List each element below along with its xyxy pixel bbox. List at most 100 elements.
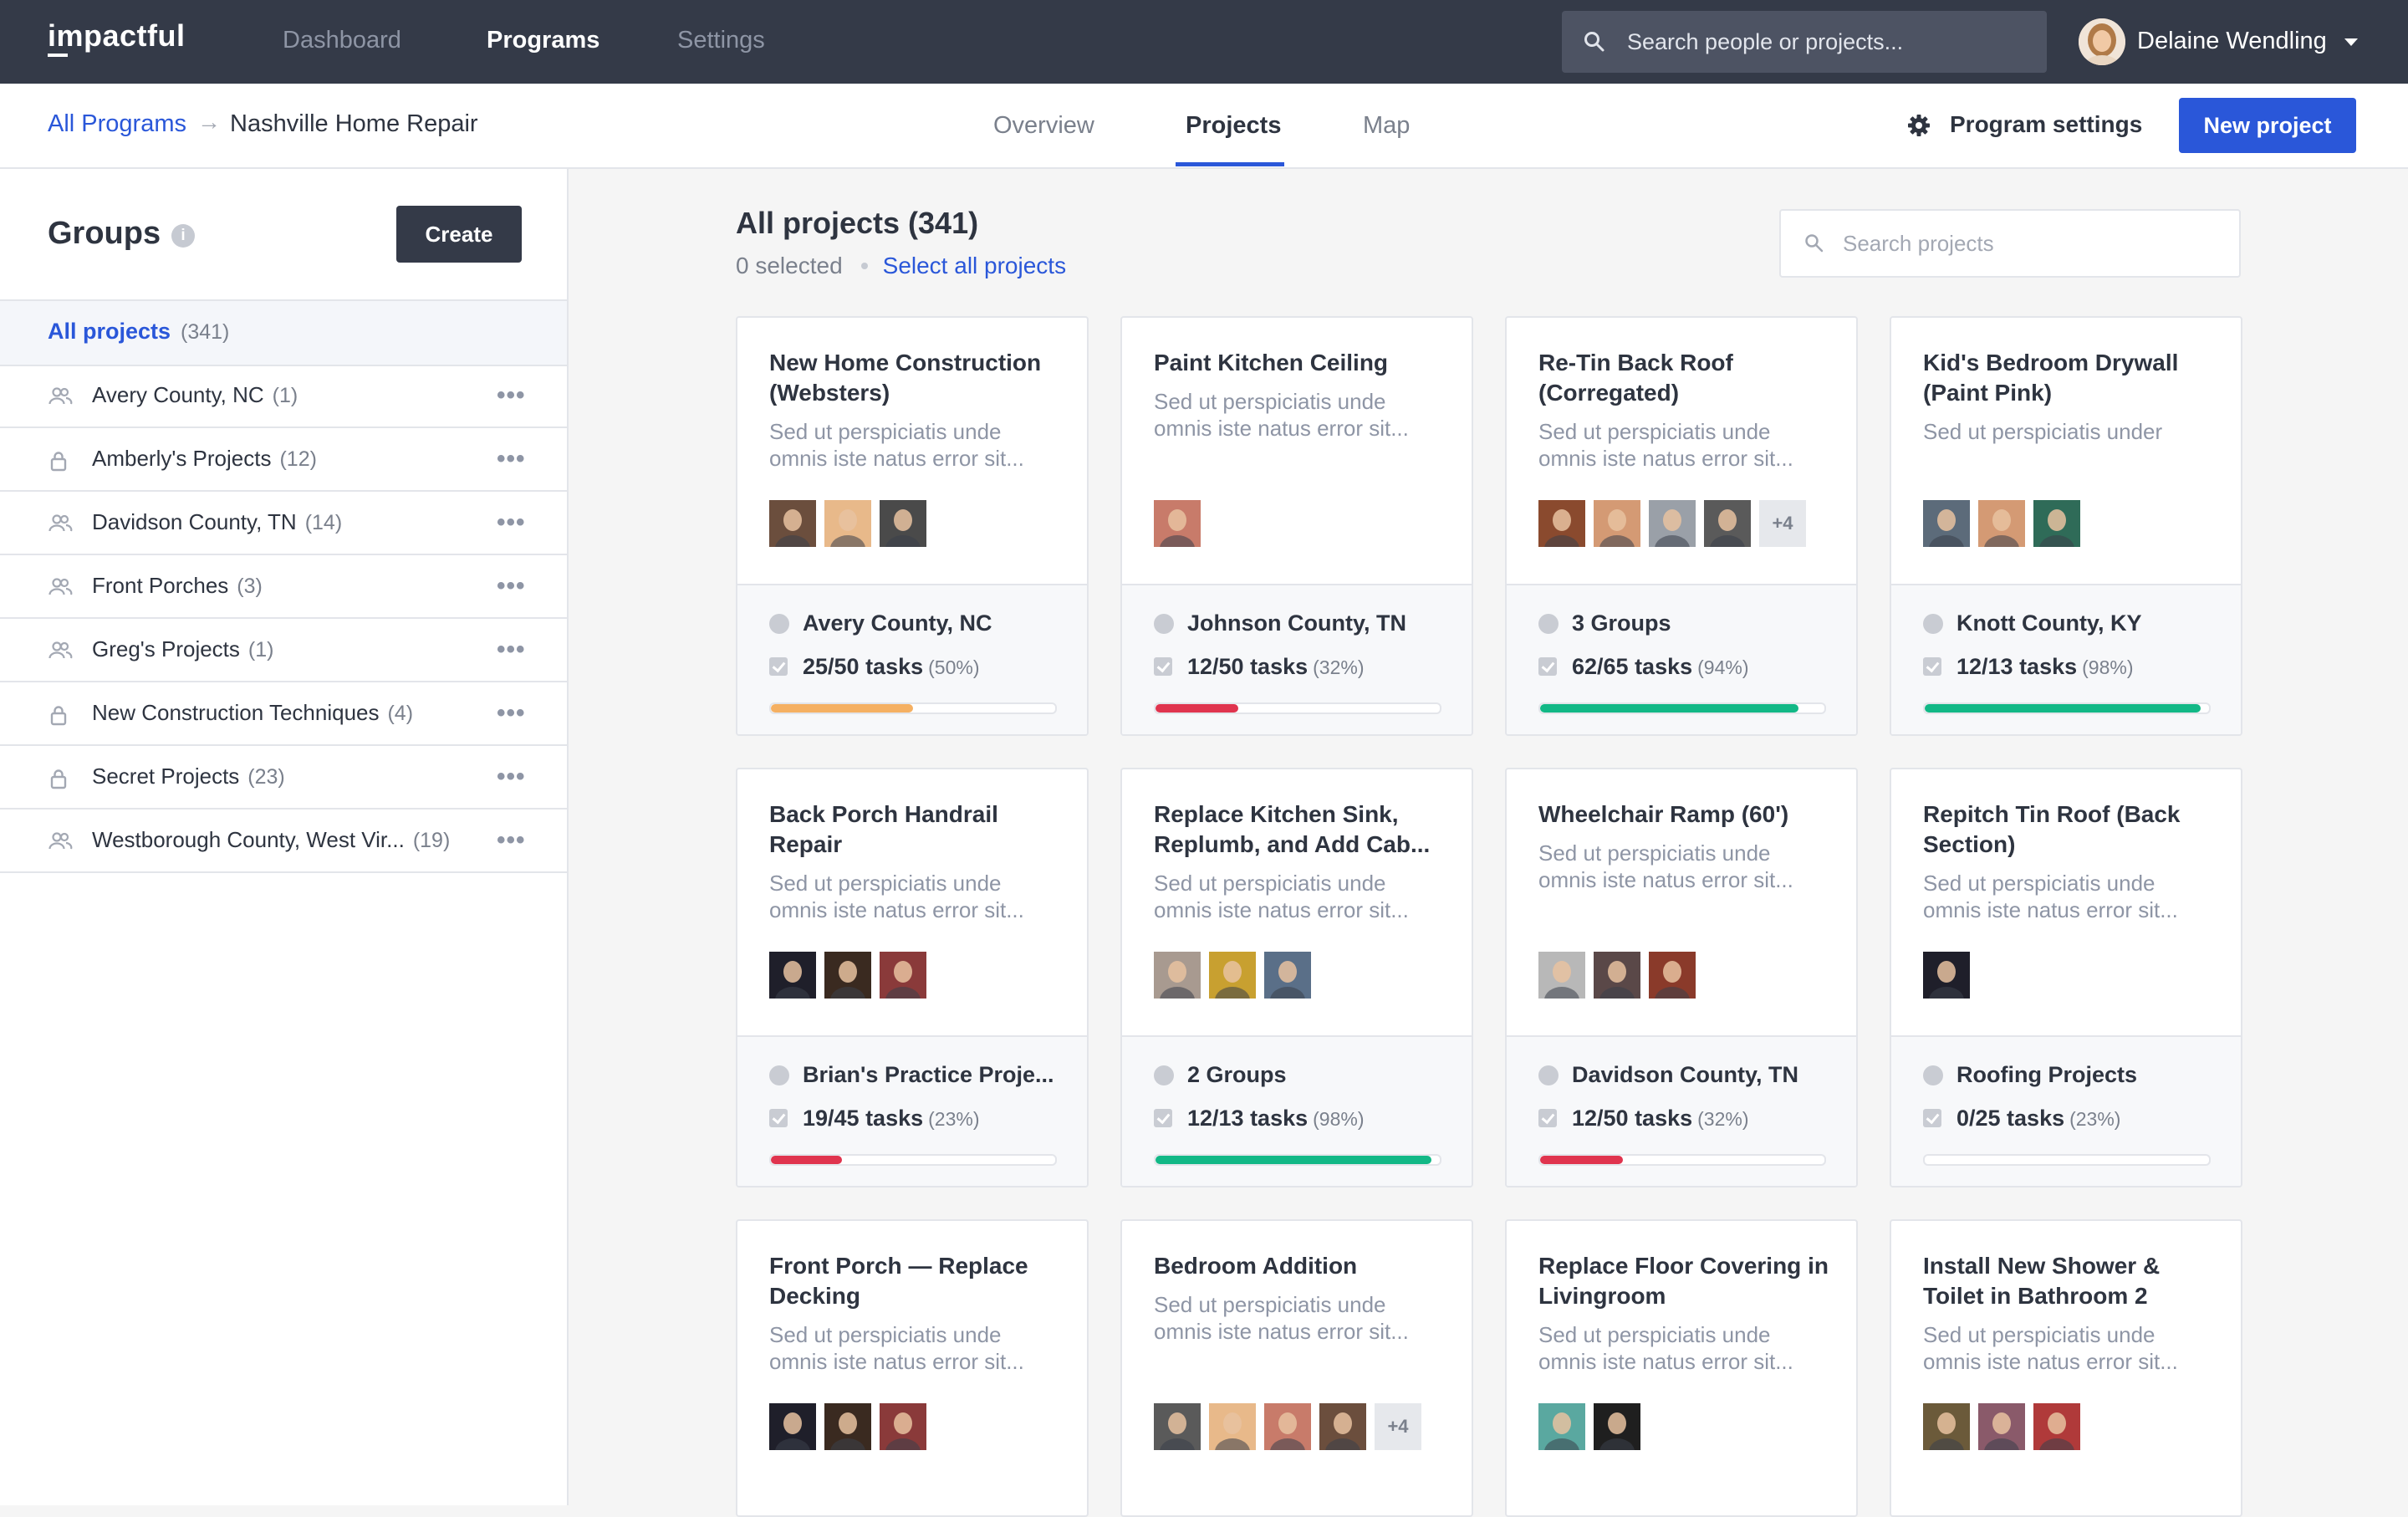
avatar: [1264, 952, 1311, 999]
project-card[interactable]: Front Porch — Replace Decking Sed ut pers…: [736, 1219, 1089, 1517]
program-settings-label: Program settings: [1950, 111, 2143, 137]
progress-fill: [771, 704, 913, 713]
project-card[interactable]: Replace Kitchen Sink, Replumb, and Add C…: [1120, 768, 1473, 1188]
project-card[interactable]: Bedroom Addition Sed ut perspiciatis unde…: [1120, 1219, 1473, 1517]
progress-bar: [1923, 1154, 2211, 1166]
card-description: Sed ut perspiciatis unde omnis iste natu…: [769, 871, 1024, 922]
card-title: Kid's Bedroom Drywall (Paint Pink): [1923, 350, 2179, 406]
search-icon: [1805, 234, 1824, 253]
project-card[interactable]: Re-Tin Back Roof (Corregated) Sed ut pers…: [1505, 316, 1858, 736]
progress-fill: [771, 1156, 842, 1164]
more-members-badge[interactable]: +4: [1375, 1403, 1421, 1450]
sidebar-group-item[interactable]: Secret Projects (23) •••: [0, 746, 567, 810]
task-percent: (32%): [1313, 656, 1365, 678]
create-group-button[interactable]: Create: [396, 206, 522, 263]
project-card[interactable]: Wheelchair Ramp (60') Sed ut perspiciatis…: [1505, 768, 1858, 1188]
more-options-icon[interactable]: •••: [497, 699, 526, 728]
sidebar-group-item[interactable]: Westborough County, West Vir... (19) •••: [0, 810, 567, 873]
more-options-icon[interactable]: •••: [497, 763, 526, 791]
checkbox-icon: [1154, 1109, 1172, 1127]
task-percent: (32%): [1697, 1108, 1749, 1130]
lock-icon: [48, 768, 69, 794]
progress-bar: [1923, 702, 2211, 714]
nav-dashboard[interactable]: Dashboard: [283, 27, 401, 54]
project-card[interactable]: Repitch Tin Roof (Back Section) Sed ut pe…: [1890, 768, 2242, 1188]
group-count: (1): [272, 384, 298, 407]
sidebar-group-item[interactable]: Amberly's Projects (12) •••: [0, 428, 567, 492]
more-options-icon[interactable]: •••: [497, 572, 526, 600]
avatar: [824, 500, 871, 547]
sidebar-group-item[interactable]: Greg's Projects (1) •••: [0, 619, 567, 682]
sidebar-group-item[interactable]: Front Porches (3) •••: [0, 555, 567, 619]
selection-summary: 0 selected Select all projects: [736, 253, 1066, 279]
card-description: Sed ut perspiciatis unde omnis iste natu…: [769, 1322, 1024, 1374]
project-card[interactable]: Install New Shower & Toilet in Bathroom …: [1890, 1219, 2242, 1517]
group-icon: [1538, 614, 1559, 634]
more-options-icon[interactable]: •••: [497, 636, 526, 664]
breadcrumb-all-programs[interactable]: All Programs: [48, 110, 186, 138]
new-project-button[interactable]: New project: [2179, 98, 2356, 153]
avatar: [824, 952, 871, 999]
card-description: Sed ut perspiciatis unde omnis iste natu…: [1154, 1292, 1409, 1344]
impactful-logo[interactable]: impactful: [48, 18, 186, 57]
breadcrumb-current: Nashville Home Repair: [230, 110, 478, 137]
checkbox-icon: [1538, 657, 1557, 676]
task-count: 12/13 tasks: [1187, 1106, 1309, 1131]
more-options-icon[interactable]: •••: [497, 445, 526, 473]
group-count: (1): [247, 638, 274, 661]
info-icon[interactable]: i: [171, 224, 195, 248]
sidebar-group-item[interactable]: New Construction Techniques (4) •••: [0, 682, 567, 746]
avatar: [2033, 500, 2080, 547]
project-card[interactable]: Back Porch Handrail Repair Sed ut perspic…: [736, 768, 1089, 1188]
more-options-icon[interactable]: •••: [497, 508, 526, 537]
sidebar-item-all-projects[interactable]: All projects (341): [0, 299, 567, 366]
lock-icon: [48, 450, 69, 476]
task-percent: (23%): [928, 1108, 980, 1130]
card-title: Wheelchair Ramp (60'): [1538, 801, 1789, 827]
group-name: Westborough County, West Vir... (19): [92, 827, 450, 853]
progress-fill: [1156, 704, 1238, 713]
sidebar-group-item[interactable]: Davidson County, TN (14) •••: [0, 492, 567, 555]
program-header: All Programs → Nashville Home Repair Ove…: [0, 84, 2408, 169]
nav-programs[interactable]: Programs: [487, 27, 599, 54]
more-options-icon[interactable]: •••: [497, 826, 526, 855]
avatar: [1649, 500, 1696, 547]
card-title: Install New Shower & Toilet in Bathroom …: [1923, 1253, 2161, 1309]
group-label: Avery County, NC: [92, 382, 264, 407]
more-members-badge[interactable]: +4: [1759, 500, 1806, 547]
task-percent: (23%): [2069, 1108, 2121, 1130]
group-label: Secret Projects: [92, 764, 240, 789]
card-members: [1538, 952, 1704, 999]
card-title: Front Porch — Replace Decking: [769, 1253, 1028, 1309]
more-options-icon[interactable]: •••: [497, 381, 526, 410]
card-members: [769, 952, 935, 999]
tab-overview[interactable]: Overview: [993, 112, 1094, 140]
project-card[interactable]: New Home Construction (Websters) Sed ut p…: [736, 316, 1089, 736]
task-count: 12/13 tasks: [1956, 654, 2078, 679]
project-card[interactable]: Kid's Bedroom Drywall (Paint Pink) Sed ut…: [1890, 316, 2242, 736]
sidebar-group-item[interactable]: Avery County, NC (1) •••: [0, 365, 567, 428]
card-footer: Davidson County, TN 12/50 tasks (32%): [1507, 1035, 1856, 1186]
top-navbar: impactful Dashboard Programs Settings Se…: [0, 0, 2408, 84]
task-count: 0/25 tasks: [1956, 1106, 2065, 1131]
project-card[interactable]: Replace Floor Covering in Livingroom Sed …: [1505, 1219, 1858, 1517]
avatar: [1538, 952, 1585, 999]
tab-projects[interactable]: Projects: [1186, 112, 1281, 140]
card-title: Repitch Tin Roof (Back Section): [1923, 801, 2181, 857]
global-search-input[interactable]: Search people or projects...: [1562, 11, 2047, 73]
task-percent: (98%): [2082, 656, 2134, 678]
select-all-link[interactable]: Select all projects: [883, 253, 1066, 278]
avatar: [1594, 1403, 1640, 1450]
nav-settings[interactable]: Settings: [677, 27, 765, 54]
avatar: [1209, 1403, 1256, 1450]
card-title: Replace Floor Covering in Livingroom: [1538, 1253, 1829, 1309]
tab-map[interactable]: Map: [1363, 112, 1410, 140]
group-name: Avery County, NC (1): [92, 382, 298, 408]
project-card[interactable]: Paint Kitchen Ceiling Sed ut perspiciatis…: [1120, 316, 1473, 736]
project-search-input[interactable]: Search projects: [1779, 209, 2241, 278]
group-name: Amberly's Projects (12): [92, 446, 317, 472]
card-members: [1923, 500, 2089, 547]
task-count: 19/45 tasks: [803, 1106, 924, 1131]
card-title: New Home Construction (Websters): [769, 350, 1042, 406]
card-title: Paint Kitchen Ceiling: [1154, 350, 1389, 375]
